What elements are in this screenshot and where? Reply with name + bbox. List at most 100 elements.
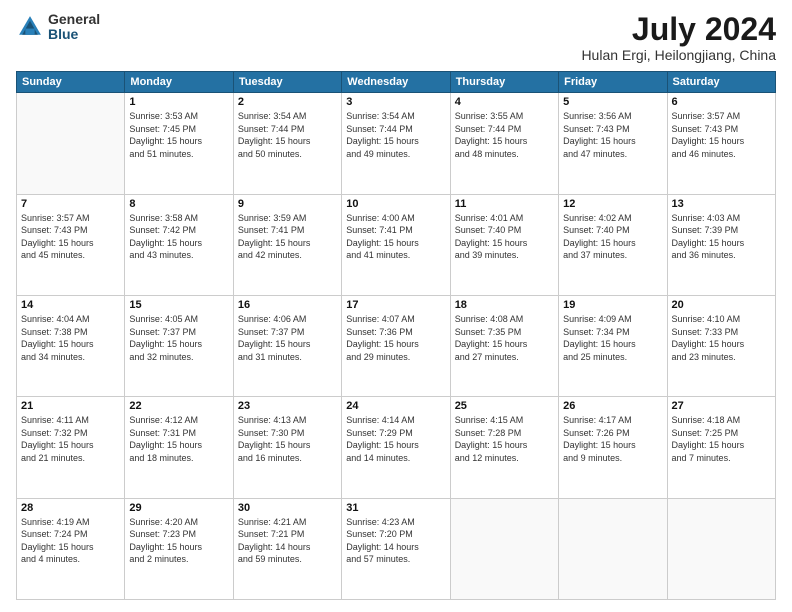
day-number: 2: [238, 96, 337, 108]
day-number: 16: [238, 299, 337, 311]
day-header-thursday: Thursday: [450, 72, 558, 93]
day-info: Sunrise: 3:54 AM Sunset: 7:44 PM Dayligh…: [346, 110, 445, 160]
calendar-cell: 12 Sunrise: 4:02 AM Sunset: 7:40 PM Dayli…: [559, 194, 667, 295]
calendar-cell: 1 Sunrise: 3:53 AM Sunset: 7:45 PM Daylig…: [125, 93, 233, 194]
day-info: Sunrise: 3:56 AM Sunset: 7:43 PM Dayligh…: [563, 110, 662, 160]
day-info: Sunrise: 4:19 AM Sunset: 7:24 PM Dayligh…: [21, 516, 120, 566]
day-number: 25: [455, 400, 554, 412]
calendar-cell: 10Sunrise: 4:00 AM Sunset: 7:41 PM Dayli…: [342, 194, 450, 295]
day-number: 14: [21, 299, 120, 311]
day-info: Sunrise: 4:07 AM Sunset: 7:36 PM Dayligh…: [346, 313, 445, 363]
day-info: Sunrise: 4:17 AM Sunset: 7:26 PM Dayligh…: [563, 414, 662, 464]
calendar-cell: 20Sunrise: 4:10 AM Sunset: 7:33 PM Dayli…: [667, 295, 775, 396]
calendar-cell: [667, 498, 775, 599]
day-number: 19: [563, 299, 662, 311]
title-block: July 2024 Hulan Ergi, Heilongjiang, Chin…: [581, 12, 776, 63]
day-info: Sunrise: 4:12 AM Sunset: 7:31 PM Dayligh…: [129, 414, 228, 464]
day-info: Sunrise: 3:55 AM Sunset: 7:44 PM Dayligh…: [455, 110, 554, 160]
calendar-cell: 31 Sunrise: 4:23 AM Sunset: 7:20 PM Dayli…: [342, 498, 450, 599]
day-info: Sunrise: 4:23 AM Sunset: 7:20 PM Dayligh…: [346, 516, 445, 566]
day-info: Sunrise: 3:57 AM Sunset: 7:43 PM Dayligh…: [21, 212, 120, 262]
day-number: 11: [455, 198, 554, 210]
day-info: Sunrise: 4:06 AM Sunset: 7:37 PM Dayligh…: [238, 313, 337, 363]
day-header-saturday: Saturday: [667, 72, 775, 93]
calendar-week-3: 21 Sunrise: 4:11 AM Sunset: 7:32 PM Dayli…: [17, 397, 776, 498]
day-info: Sunrise: 4:13 AM Sunset: 7:30 PM Dayligh…: [238, 414, 337, 464]
day-info: Sunrise: 4:00 AM Sunset: 7:41 PM Dayligh…: [346, 212, 445, 262]
day-info: Sunrise: 3:58 AM Sunset: 7:42 PM Dayligh…: [129, 212, 228, 262]
calendar-cell: 3 Sunrise: 3:54 AM Sunset: 7:44 PM Daylig…: [342, 93, 450, 194]
day-number: 22: [129, 400, 228, 412]
calendar-cell: 7 Sunrise: 3:57 AM Sunset: 7:43 PM Daylig…: [17, 194, 125, 295]
day-info: Sunrise: 4:05 AM Sunset: 7:37 PM Dayligh…: [129, 313, 228, 363]
calendar-cell: 26 Sunrise: 4:17 AM Sunset: 7:26 PM Dayli…: [559, 397, 667, 498]
day-info: Sunrise: 4:14 AM Sunset: 7:29 PM Dayligh…: [346, 414, 445, 464]
day-number: 6: [672, 96, 771, 108]
day-info: Sunrise: 4:21 AM Sunset: 7:21 PM Dayligh…: [238, 516, 337, 566]
calendar-cell: 24 Sunrise: 4:14 AM Sunset: 7:29 PM Dayli…: [342, 397, 450, 498]
day-number: 31: [346, 502, 445, 514]
calendar-week-1: 7 Sunrise: 3:57 AM Sunset: 7:43 PM Daylig…: [17, 194, 776, 295]
calendar-cell: 14Sunrise: 4:04 AM Sunset: 7:38 PM Dayli…: [17, 295, 125, 396]
day-info: Sunrise: 3:59 AM Sunset: 7:41 PM Dayligh…: [238, 212, 337, 262]
calendar-cell: 6 Sunrise: 3:57 AM Sunset: 7:43 PM Daylig…: [667, 93, 775, 194]
calendar-cell: [450, 498, 558, 599]
day-number: 23: [238, 400, 337, 412]
main-title: July 2024: [581, 12, 776, 47]
day-number: 1: [129, 96, 228, 108]
day-number: 4: [455, 96, 554, 108]
day-number: 8: [129, 198, 228, 210]
day-number: 21: [21, 400, 120, 412]
logo-blue: Blue: [48, 27, 100, 42]
day-number: 17: [346, 299, 445, 311]
day-info: Sunrise: 3:53 AM Sunset: 7:45 PM Dayligh…: [129, 110, 228, 160]
calendar-cell: 15 Sunrise: 4:05 AM Sunset: 7:37 PM Dayli…: [125, 295, 233, 396]
day-header-wednesday: Wednesday: [342, 72, 450, 93]
calendar-cell: 29Sunrise: 4:20 AM Sunset: 7:23 PM Dayli…: [125, 498, 233, 599]
day-info: Sunrise: 4:08 AM Sunset: 7:35 PM Dayligh…: [455, 313, 554, 363]
day-number: 18: [455, 299, 554, 311]
day-info: Sunrise: 4:09 AM Sunset: 7:34 PM Dayligh…: [563, 313, 662, 363]
day-info: Sunrise: 3:54 AM Sunset: 7:44 PM Dayligh…: [238, 110, 337, 160]
day-header-tuesday: Tuesday: [233, 72, 341, 93]
day-info: Sunrise: 3:57 AM Sunset: 7:43 PM Dayligh…: [672, 110, 771, 160]
calendar-cell: 17 Sunrise: 4:07 AM Sunset: 7:36 PM Dayli…: [342, 295, 450, 396]
day-info: Sunrise: 4:18 AM Sunset: 7:25 PM Dayligh…: [672, 414, 771, 464]
day-info: Sunrise: 4:11 AM Sunset: 7:32 PM Dayligh…: [21, 414, 120, 464]
day-number: 7: [21, 198, 120, 210]
day-info: Sunrise: 4:02 AM Sunset: 7:40 PM Dayligh…: [563, 212, 662, 262]
day-header-sunday: Sunday: [17, 72, 125, 93]
calendar-cell: 19 Sunrise: 4:09 AM Sunset: 7:34 PM Dayli…: [559, 295, 667, 396]
day-number: 15: [129, 299, 228, 311]
day-info: Sunrise: 4:15 AM Sunset: 7:28 PM Dayligh…: [455, 414, 554, 464]
day-info: Sunrise: 4:03 AM Sunset: 7:39 PM Dayligh…: [672, 212, 771, 262]
day-number: 5: [563, 96, 662, 108]
calendar-cell: [17, 93, 125, 194]
day-number: 29: [129, 502, 228, 514]
calendar-cell: 8 Sunrise: 3:58 AM Sunset: 7:42 PM Daylig…: [125, 194, 233, 295]
day-number: 24: [346, 400, 445, 412]
day-number: 30: [238, 502, 337, 514]
day-header-monday: Monday: [125, 72, 233, 93]
calendar-cell: 11 Sunrise: 4:01 AM Sunset: 7:40 PM Dayli…: [450, 194, 558, 295]
day-info: Sunrise: 4:01 AM Sunset: 7:40 PM Dayligh…: [455, 212, 554, 262]
calendar-cell: 18 Sunrise: 4:08 AM Sunset: 7:35 PM Dayli…: [450, 295, 558, 396]
calendar-cell: 28 Sunrise: 4:19 AM Sunset: 7:24 PM Dayli…: [17, 498, 125, 599]
calendar-week-0: 1 Sunrise: 3:53 AM Sunset: 7:45 PM Daylig…: [17, 93, 776, 194]
day-number: 3: [346, 96, 445, 108]
calendar-cell: 9 Sunrise: 3:59 AM Sunset: 7:41 PM Daylig…: [233, 194, 341, 295]
day-number: 12: [563, 198, 662, 210]
calendar-cell: 22 Sunrise: 4:12 AM Sunset: 7:31 PM Dayli…: [125, 397, 233, 498]
calendar-table: SundayMondayTuesdayWednesdayThursdayFrid…: [16, 71, 776, 600]
calendar-cell: 30 Sunrise: 4:21 AM Sunset: 7:21 PM Dayli…: [233, 498, 341, 599]
calendar-cell: 2 Sunrise: 3:54 AM Sunset: 7:44 PM Daylig…: [233, 93, 341, 194]
calendar-cell: 25 Sunrise: 4:15 AM Sunset: 7:28 PM Dayli…: [450, 397, 558, 498]
page: General Blue July 2024 Hulan Ergi, Heilo…: [0, 0, 792, 612]
day-header-friday: Friday: [559, 72, 667, 93]
day-number: 28: [21, 502, 120, 514]
calendar-week-2: 14Sunrise: 4:04 AM Sunset: 7:38 PM Dayli…: [17, 295, 776, 396]
day-number: 13: [672, 198, 771, 210]
day-number: 26: [563, 400, 662, 412]
logo-text: General Blue: [48, 12, 100, 43]
day-number: 9: [238, 198, 337, 210]
